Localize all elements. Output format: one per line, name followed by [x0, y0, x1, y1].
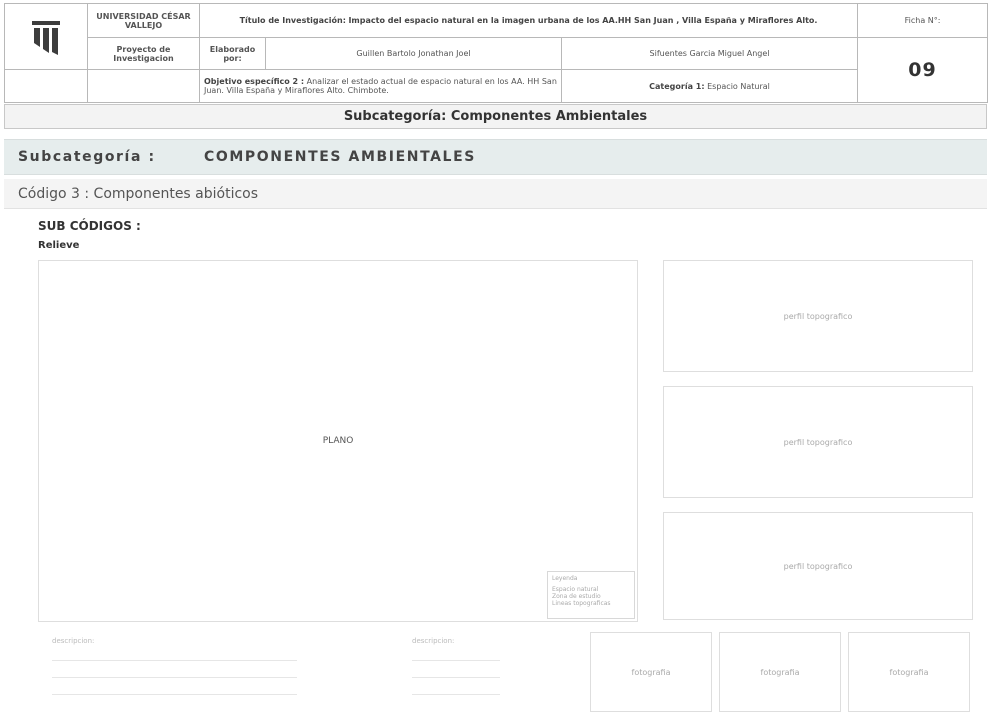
legend-item: Lineas topograficas	[552, 600, 611, 607]
description-line	[412, 677, 500, 678]
description-label-2: descripcion:	[412, 637, 455, 645]
empty-cell-1	[4, 69, 88, 103]
profile-frame-2: perfil topografico	[663, 386, 973, 498]
author-1: Guillen Bartolo Jonathan Joel	[265, 37, 562, 70]
project-label: Proyecto de Investigacion	[87, 37, 200, 70]
codigo-text: Código 3 : Componentes abióticos	[18, 185, 259, 202]
description-line	[412, 694, 500, 695]
subcategory-banner-text: Subcategoría: Componentes Ambientales	[343, 109, 648, 124]
description-line	[52, 694, 297, 695]
profile-label: perfil topografico	[783, 311, 853, 321]
photo-label: fotografia	[631, 667, 671, 677]
logo-cell	[4, 3, 88, 70]
relieve-label: Relieve	[38, 240, 80, 251]
category-label: Categoría 1:	[649, 81, 705, 91]
photo-label: fotografia	[760, 667, 800, 677]
university-name: UNIVERSIDAD CÉSAR VALLEJO	[87, 3, 200, 38]
objective-label: Objetivo específico 2 :	[204, 77, 305, 86]
subcategory-value: COMPONENTES AMBIENTALES	[204, 149, 476, 165]
objective-cell: Objetivo específico 2 : Analizar el esta…	[199, 69, 562, 103]
plano-label: PLANO	[322, 436, 354, 446]
university-logo-icon	[30, 17, 62, 56]
description-line	[412, 660, 500, 661]
research-title: Título de Investigación: Impacto del esp…	[198, 3, 859, 38]
elaborado-label: Elaborado por:	[199, 37, 266, 70]
profile-frame-1: perfil topografico	[663, 260, 973, 372]
photo-frame-3: fotografia	[848, 632, 970, 712]
category-text: Espacio Natural	[707, 81, 770, 91]
title-label: Título de Investigación:	[239, 16, 346, 25]
subcategory-banner: Subcategoría: Componentes Ambientales	[4, 104, 987, 129]
codigo-row: Código 3 : Componentes abióticos	[4, 179, 987, 209]
description-label-1: descripcion:	[52, 637, 95, 645]
subcategory-row: Subcategoría : COMPONENTES AMBIENTALES	[4, 139, 987, 175]
ficha-number: 09	[908, 59, 937, 81]
photo-frame-1: fotografia	[590, 632, 712, 712]
legend-box: Leyenda Espacio natural Zona de estudio …	[547, 571, 635, 619]
profile-label: perfil topografico	[783, 561, 853, 571]
profile-label: perfil topografico	[783, 437, 853, 447]
empty-cell-2	[87, 69, 200, 103]
category-cell: Categoría 1: Espacio Natural	[560, 69, 859, 103]
photo-frame-2: fotografia	[719, 632, 841, 712]
author-2: Sifuentes Garcia Miguel Angel	[560, 37, 859, 70]
subcategory-label: Subcategoría :	[18, 149, 156, 165]
plano-frame: PLANO Leyenda Espacio natural Zona de es…	[38, 260, 638, 622]
header-table: UNIVERSIDAD CÉSAR VALLEJO Título de Inve…	[4, 3, 989, 103]
photo-label: fotografia	[889, 667, 929, 677]
legend-title: Leyenda	[552, 575, 578, 582]
legend-item: Zona de estudio	[552, 593, 601, 600]
ficha-number-cell: 09	[857, 37, 989, 103]
description-line	[52, 660, 297, 661]
ficha-label: Ficha N°:	[857, 3, 989, 38]
profile-frame-3: perfil topografico	[663, 512, 973, 620]
legend-item: Espacio natural	[552, 586, 599, 593]
sub-codigos-label: SUB CÓDIGOS :	[38, 219, 141, 233]
title-text: Impacto del espacio natural en la imagen…	[348, 16, 818, 25]
description-line	[52, 677, 297, 678]
